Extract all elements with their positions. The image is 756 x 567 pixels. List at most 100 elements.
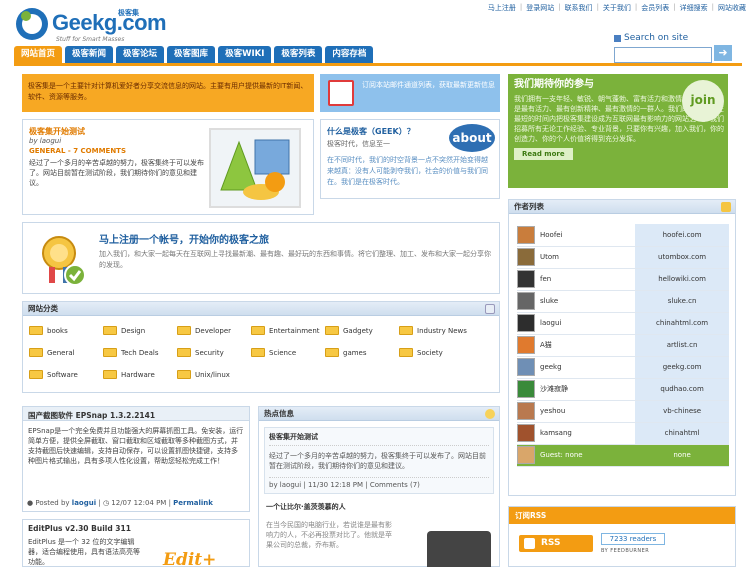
category-item[interactable]: General	[29, 348, 103, 357]
author-row[interactable]: yeshou vb-chinese	[517, 400, 729, 423]
category-item[interactable]: games	[325, 348, 399, 357]
author-row-guest[interactable]: Guest: none none	[517, 444, 729, 467]
author-row[interactable]: Hoofei hoofei.com	[517, 224, 729, 247]
logo-text: Geekg.com	[52, 10, 167, 35]
search-go-button[interactable]: ➜	[714, 45, 732, 61]
edit-icon[interactable]	[485, 304, 495, 314]
permalink-link[interactable]: Permalink	[173, 499, 213, 507]
news2-body: EditPlus 是一个 32 位的文字编辑器，适合编程使用，具有语法高亮等功能…	[28, 538, 140, 566]
category-item[interactable]: Developer	[177, 326, 251, 335]
rss-panel: 订阅RSS RSS 7233 readers BY FEEDBURNER	[508, 506, 736, 567]
author-row[interactable]: laogui chinahtml.com	[517, 312, 729, 335]
news-title[interactable]: 国产截图软件 EPSnap 1.3.2.2141	[23, 407, 249, 421]
site-intro: 极客集是一个主要针对计算机爱好者分享交流信息的网站。主要有用户提供最新的IT新闻…	[22, 74, 314, 112]
category-item[interactable]: Hardware	[103, 370, 177, 379]
avatar	[517, 424, 535, 442]
category-item[interactable]: Software	[29, 370, 103, 379]
folder-icon	[251, 326, 265, 335]
tab-wiki[interactable]: 极客WIKI	[218, 46, 272, 63]
author-row[interactable]: 沙滩寂静 qudhao.com	[517, 378, 729, 401]
join-badge[interactable]: join	[682, 80, 724, 122]
category-item[interactable]: Gadgety	[325, 326, 399, 335]
authors-header: 作者列表	[509, 200, 735, 214]
rss-button[interactable]: RSS	[519, 535, 593, 552]
clock-icon: ◷	[102, 499, 110, 507]
rss-readers[interactable]: 7233 readers	[601, 533, 665, 545]
news-author-link[interactable]: laogui	[72, 499, 96, 507]
medal-icon	[42, 236, 86, 286]
tab-archive[interactable]: 内容存档	[325, 46, 374, 63]
about-badge[interactable]: about	[449, 124, 495, 152]
search-input[interactable]	[614, 47, 712, 63]
search-label: Search on site	[614, 33, 744, 43]
category-item[interactable]: Unix/linux	[177, 370, 251, 379]
tab-gallery[interactable]: 极客图库	[167, 46, 216, 63]
avatar	[517, 380, 535, 398]
group-icon	[721, 202, 731, 212]
category-item[interactable]: Society	[399, 348, 473, 357]
authors-table: Hoofei hoofei.com Utom utombox.com fen hell…	[517, 224, 729, 467]
folder-icon	[177, 326, 191, 335]
author-row[interactable]: A猫 artlist.cn	[517, 334, 729, 357]
tab-news[interactable]: 极客新闻	[65, 46, 114, 63]
top-link-contact[interactable]: 联系我们	[565, 3, 593, 13]
post-body: 经过了一个多月的辛苦卓越的努力，极客集终于可以发布了。网站目前暂在测试阶段，我们…	[29, 159, 204, 187]
tab-forum[interactable]: 极客论坛	[116, 46, 165, 63]
register-banner[interactable]: 马上注册一个帐号，开始你的极客之旅 加入我们，和大家一起每天在互联网上寻找最新潮…	[22, 222, 500, 294]
hot-item-title[interactable]: 极客集开始测试	[269, 432, 489, 446]
top-link-register[interactable]: 马上注册	[488, 3, 516, 13]
arrow-right-icon: ➜	[718, 46, 728, 59]
subscribe-box[interactable]: 订阅本站邮件通道列表，获取最新更新信息	[320, 74, 500, 112]
news-footer: ● Posted by laogui | ◷ 12/07 12:04 PM | …	[27, 499, 213, 507]
avatar	[517, 225, 535, 244]
news2-title[interactable]: EditPlus v2.30 Build 311	[23, 520, 249, 534]
top-link-about[interactable]: 关于我们	[603, 3, 631, 13]
site-logo[interactable]: Geekg.com 极客集 Stuff for Smart Masses	[14, 4, 167, 44]
folder-icon	[103, 326, 117, 335]
folder-icon	[177, 370, 191, 379]
top-link-search[interactable]: 详细搜索	[680, 3, 708, 13]
tab-list[interactable]: 极客列表	[274, 46, 323, 63]
author-row[interactable]: fen hellowiki.com	[517, 268, 729, 291]
avatar	[517, 402, 535, 420]
author-row[interactable]: geekg geekg.com	[517, 356, 729, 379]
folder-icon	[399, 348, 413, 357]
news-body: EPSnap是一个完全免费并且功能强大的屏幕抓图工具。免安装，运行简单方便，提供…	[28, 427, 244, 465]
category-item[interactable]: Science	[251, 348, 325, 357]
category-item[interactable]: Industry News	[399, 326, 473, 335]
category-item[interactable]: Entertainment	[251, 326, 325, 335]
register-body: 加入我们，和大家一起每天在互联网上寻找最新潮、最有趣、最好玩的东西和事情。将它们…	[99, 250, 491, 269]
read-more-button[interactable]: Read more	[514, 148, 573, 160]
author-row[interactable]: Utom utombox.com	[517, 246, 729, 269]
logo-figure-icon	[16, 8, 48, 40]
folder-icon	[103, 348, 117, 357]
folder-icon	[325, 326, 339, 335]
hot-item-title[interactable]: 一个让比尔·盖茨羡慕的人	[266, 502, 492, 512]
hot-item-body: 在当今民国的电脑行业，若说谁是最有影响力的人，不必再投票对比了。他就是苹果公司的…	[266, 521, 392, 549]
author-row[interactable]: sluke sluke.cn	[517, 290, 729, 313]
authors-title: 作者列表	[514, 202, 544, 211]
subscribe-text: 订阅本站邮件通道列表，获取最新更新信息	[362, 81, 495, 89]
category-item[interactable]: books	[29, 326, 103, 335]
category-item[interactable]: Tech Deals	[103, 348, 177, 357]
tab-home[interactable]: 网站首页	[14, 46, 63, 63]
folder-icon	[325, 348, 339, 357]
featured-post: 极客集开始测试 by laogui GENERAL - 7 COMMENTS 经…	[22, 119, 314, 215]
top-link-login[interactable]: 登录网站	[526, 3, 554, 13]
hot-item: 一个让比尔·盖茨羡慕的人 在当今民国的电脑行业，若说谁是最有影响力的人，不必再投…	[264, 500, 494, 567]
news-post-epsnap: 国产截图软件 EPSnap 1.3.2.2141 EPSnap是一个完全免费并且…	[22, 406, 250, 512]
hot-item-body: 经过了一个多月的辛苦卓越的努力，极客集终于可以发布了。网站目前暂在测试阶段，我们…	[269, 452, 486, 470]
category-item[interactable]: Security	[177, 348, 251, 357]
author-row[interactable]: kamsang chinahtml	[517, 422, 729, 445]
page: Geekg.com 极客集 Stuff for Smart Masses 马上注…	[0, 0, 756, 567]
category-grid: books Design Developer Entertainment Gad…	[23, 316, 499, 379]
avatar	[517, 248, 535, 266]
avatar	[517, 358, 535, 376]
avatar	[517, 292, 535, 310]
top-link-bookmark[interactable]: 网站收藏	[718, 3, 746, 13]
rss-title: 订阅RSS	[509, 507, 735, 524]
top-link-members[interactable]: 会员列表	[641, 3, 669, 13]
category-item[interactable]: Design	[103, 326, 177, 335]
folder-icon	[29, 370, 43, 379]
pencil-icon	[328, 80, 354, 106]
